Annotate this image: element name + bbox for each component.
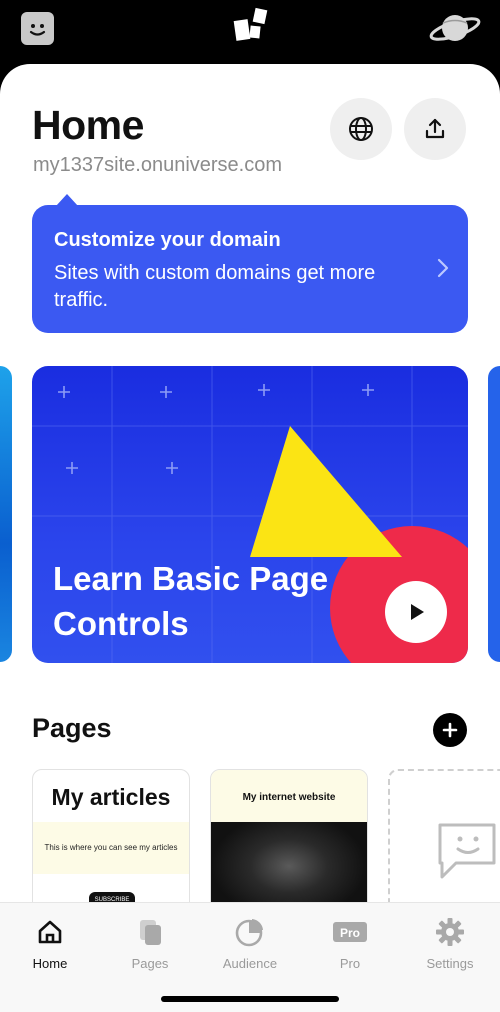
- page-card-subtitle: This is where you can see my articles: [44, 843, 178, 852]
- planet-icon[interactable]: [428, 9, 482, 47]
- audience-icon: [235, 919, 263, 947]
- carousel-card-previous[interactable]: [0, 366, 12, 662]
- play-icon: [411, 604, 424, 620]
- globe-button[interactable]: [330, 98, 392, 160]
- globe-icon: [349, 117, 373, 141]
- bottom-tab-bar: Home Pages Audience Pro Pro Settings: [0, 902, 500, 1012]
- carousel-card-next[interactable]: [488, 366, 500, 662]
- chevron-right-icon: [437, 258, 449, 278]
- page-card-internet-website[interactable]: My internet website: [210, 769, 368, 919]
- home-sheet: Home my1337site.onuniverse.com Customize…: [0, 64, 500, 1012]
- tab-label: Settings: [426, 956, 474, 971]
- pages-icon: [140, 920, 161, 945]
- home-icon: [38, 920, 62, 944]
- page-title: Home: [32, 102, 144, 148]
- home-indicator[interactable]: [161, 996, 339, 1002]
- tab-label: Home: [32, 956, 68, 971]
- top-bar: [0, 0, 500, 64]
- callout-body: Sites with custom domains get more traff…: [54, 262, 376, 311]
- share-button[interactable]: [404, 98, 466, 160]
- play-button[interactable]: [385, 581, 447, 643]
- callout-title: Customize your domain: [54, 229, 281, 251]
- tutorial-video-card[interactable]: Learn Basic Page Controls: [32, 366, 468, 663]
- tab-audience[interactable]: Audience: [200, 915, 300, 971]
- face-icon[interactable]: [21, 12, 54, 45]
- gear-icon: [436, 918, 464, 946]
- tab-pro[interactable]: Pro Pro: [300, 915, 400, 971]
- tab-label: Pages: [131, 956, 169, 971]
- page-card-title: My articles: [51, 784, 171, 810]
- tab-pages[interactable]: Pages: [100, 915, 200, 971]
- tab-settings[interactable]: Settings: [400, 915, 500, 971]
- hero-title: Learn Basic Page Controls: [53, 560, 329, 642]
- add-page-button[interactable]: [433, 713, 467, 747]
- page-card-my-articles[interactable]: My articles This is where you can see my…: [32, 769, 190, 919]
- plus-icon: [442, 722, 458, 738]
- pro-badge-text: Pro: [340, 926, 360, 940]
- pages-heading: Pages: [32, 713, 112, 743]
- new-page-placeholder-card[interactable]: [388, 769, 500, 919]
- tab-label: Pro: [339, 956, 361, 971]
- site-domain[interactable]: my1337site.onuniverse.com: [33, 154, 282, 177]
- page-card-title: My internet website: [242, 792, 336, 803]
- pro-icon: Pro: [333, 922, 367, 942]
- tab-label: Audience: [222, 956, 278, 971]
- universe-logo-icon[interactable]: [232, 6, 272, 46]
- chat-face-icon: [438, 823, 496, 879]
- share-icon: [425, 118, 445, 139]
- custom-domain-callout[interactable]: Customize your domain Sites with custom …: [32, 194, 468, 333]
- tab-home[interactable]: Home: [0, 915, 100, 971]
